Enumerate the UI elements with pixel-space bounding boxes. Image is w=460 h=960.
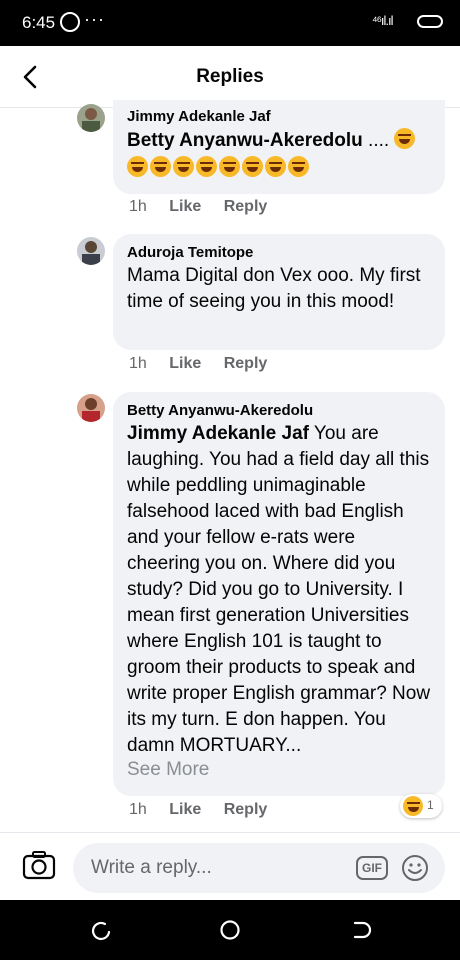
reply-button[interactable]: Reply bbox=[224, 801, 268, 819]
comment-body: You are laughing. You had a field day al… bbox=[127, 423, 431, 756]
comment-meta: 1h Like Reply bbox=[129, 355, 285, 373]
comment-text: Betty Anyanwu-Akeredolu .... bbox=[127, 128, 431, 154]
comment-time: 1h bbox=[129, 355, 147, 372]
camera-icon[interactable] bbox=[22, 850, 56, 880]
replies-header: Replies bbox=[0, 46, 460, 108]
laughing-emoji-icon bbox=[394, 128, 416, 149]
battery-icon bbox=[417, 15, 443, 28]
reply-composer: Write a reply... GIF bbox=[0, 832, 460, 900]
laughing-emoji-icon bbox=[173, 156, 194, 177]
avatar[interactable] bbox=[77, 394, 105, 422]
laughing-emoji-icon bbox=[219, 156, 240, 177]
like-button[interactable]: Like bbox=[169, 355, 201, 373]
like-button[interactable]: Like bbox=[169, 801, 201, 819]
whatsapp-icon bbox=[60, 12, 80, 32]
comment-text: Jimmy Adekanle Jaf You are laughing. You… bbox=[127, 421, 431, 759]
laughing-emoji-icon bbox=[288, 156, 309, 177]
avatar[interactable] bbox=[77, 237, 105, 265]
gif-button[interactable]: GIF bbox=[356, 856, 388, 880]
comment-body: .... bbox=[362, 130, 390, 151]
more-notifications-icon: ··· bbox=[84, 9, 105, 29]
comment-bubble[interactable]: Aduroja Temitope Mama Digital don Vex oo… bbox=[113, 234, 445, 350]
like-button[interactable]: Like bbox=[169, 198, 201, 216]
comment-author[interactable]: Betty Anyanwu-Akeredolu bbox=[127, 402, 431, 419]
laughing-emoji-icon bbox=[150, 156, 171, 177]
comment-meta: 1h Like Reply bbox=[129, 198, 285, 216]
laughing-emoji-icon bbox=[265, 156, 286, 177]
mention-link[interactable]: Betty Anyanwu-Akeredolu bbox=[127, 130, 363, 151]
mention-link[interactable]: Jimmy Adekanle Jaf bbox=[127, 423, 309, 444]
reply-input[interactable]: Write a reply... GIF bbox=[73, 843, 445, 893]
reply-button[interactable]: Reply bbox=[224, 198, 268, 216]
back-nav-icon[interactable] bbox=[349, 918, 373, 942]
home-icon[interactable] bbox=[218, 918, 242, 942]
recent-apps-icon[interactable] bbox=[89, 918, 113, 942]
status-time: 6:45 bbox=[22, 13, 56, 32]
reaction-count: 1 bbox=[427, 798, 434, 812]
comment-text: Mama Digital don Vex ooo. My first time … bbox=[127, 265, 421, 312]
system-nav-bar bbox=[0, 900, 460, 960]
comment-meta: 1h Like Reply bbox=[129, 801, 285, 819]
laughing-emoji-icon bbox=[196, 156, 217, 177]
emoji-row bbox=[127, 156, 431, 177]
signal-icon: ⁴⁶ıl.ıl bbox=[372, 13, 394, 28]
reply-placeholder: Write a reply... bbox=[91, 857, 212, 878]
status-bar: 6:45 ··· ⁴⁶ıl.ıl bbox=[0, 0, 460, 46]
comment-time: 1h bbox=[129, 801, 147, 818]
page-title: Replies bbox=[196, 66, 264, 87]
laughing-emoji-icon bbox=[127, 156, 148, 177]
laughing-emoji-icon bbox=[242, 156, 263, 177]
emoji-smile-icon[interactable] bbox=[400, 853, 430, 883]
comment-bubble[interactable]: Betty Anyanwu-Akeredolu Jimmy Adekanle J… bbox=[113, 392, 445, 796]
see-more-link[interactable]: See More bbox=[127, 759, 431, 781]
reaction-badge[interactable]: 1 bbox=[400, 794, 442, 818]
comment-bubble[interactable]: Jimmy Adekanle Jaf Betty Anyanwu-Akeredo… bbox=[113, 100, 445, 194]
comment-author[interactable]: Aduroja Temitope bbox=[127, 244, 431, 261]
reply-button[interactable]: Reply bbox=[224, 355, 268, 373]
comment-author[interactable]: Jimmy Adekanle Jaf bbox=[127, 108, 431, 125]
comment-time: 1h bbox=[129, 198, 147, 215]
laughing-emoji-icon bbox=[403, 796, 423, 816]
avatar[interactable] bbox=[77, 104, 105, 132]
